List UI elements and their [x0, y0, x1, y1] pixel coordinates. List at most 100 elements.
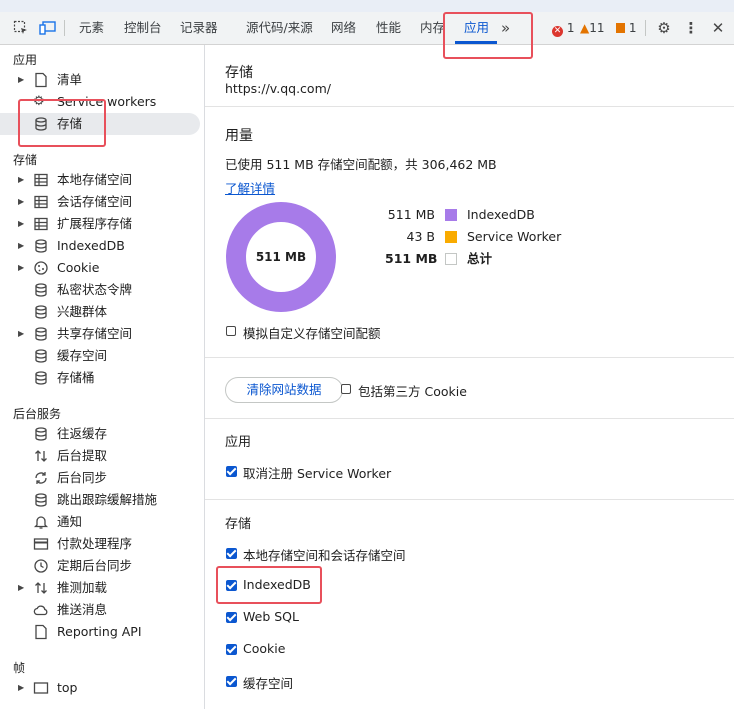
cookie-checkbox[interactable] [226, 644, 237, 655]
database-icon [35, 305, 47, 319]
legend-swatch [445, 253, 457, 265]
database-icon [35, 371, 47, 385]
clear-site-data-button[interactable]: 清除网站数据 [225, 377, 343, 403]
legend-value: 43 B [406, 229, 435, 244]
tab-recorder[interactable]: 记录器 [180, 12, 218, 44]
tab-sources[interactable]: 源代码/来源 [246, 12, 313, 44]
donut-center-label: 511 MB [256, 250, 306, 264]
sidebar-item-push-messaging[interactable]: 推送消息 [0, 599, 204, 621]
kebab-menu-icon[interactable]: ⋮ [682, 19, 700, 37]
table-icon [34, 195, 48, 209]
page-title: 存储 [225, 65, 253, 81]
database-icon [35, 283, 47, 297]
tab-network[interactable]: 网络 [331, 12, 356, 44]
sidebar-header-storage: 存储 [13, 153, 38, 167]
clock-icon [34, 559, 48, 573]
sidebar-header-application: 应用 [13, 53, 38, 67]
sidebar-item-indexeddb[interactable]: ▶ IndexedDB [0, 235, 204, 257]
sidebar-item-bfcache[interactable]: 往返缓存 [0, 423, 204, 445]
warning-count-label: 11 [589, 21, 605, 35]
legend-label: Service Worker [467, 229, 562, 244]
section-divider [205, 357, 734, 358]
section-divider [205, 418, 734, 419]
origin-url: https://v.qq.com/ [225, 81, 331, 96]
expand-arrow-icon[interactable]: ▶ [18, 235, 24, 257]
legend-value: 511 MB [385, 251, 438, 266]
legend-swatch [445, 209, 457, 221]
sidebar-header-background-services: 后台服务 [13, 407, 62, 421]
inspect-element-icon[interactable] [12, 19, 30, 37]
sidebar-item-speculative-loads[interactable]: ▶ 推测加载 [0, 577, 204, 599]
expand-arrow-icon[interactable]: ▶ [18, 677, 24, 699]
warning-count[interactable]: ▲11 [580, 12, 605, 44]
close-icon[interactable]: ✕ [709, 19, 727, 37]
section-divider [205, 499, 734, 500]
error-icon: ✕ [552, 26, 563, 37]
toolbar-separator [64, 20, 65, 36]
highlight-indexeddb-checkbox [216, 566, 322, 604]
tab-console[interactable]: 控制台 [124, 12, 162, 44]
sidebar-item-session-storage[interactable]: ▶ 会话存储空间 [0, 191, 204, 213]
sidebar-item-private-state-tokens[interactable]: 私密状态令牌 [0, 279, 204, 301]
web-sql-label: Web SQL [243, 609, 299, 624]
expand-arrow-icon[interactable]: ▶ [18, 577, 24, 599]
sidebar-item-local-storage[interactable]: ▶ 本地存储空间 [0, 169, 204, 191]
database-icon [35, 239, 47, 253]
error-count-label: 1 [566, 21, 575, 35]
database-icon [35, 493, 47, 507]
cache-storage-label: 缓存空间 [243, 676, 294, 691]
unregister-sw-checkbox[interactable] [226, 466, 237, 477]
table-icon [34, 217, 48, 231]
expand-arrow-icon[interactable]: ▶ [18, 323, 24, 345]
sidebar-item-bounce-tracking[interactable]: 跳出跟踪缓解措施 [0, 489, 204, 511]
sidebar-item-shared-storage[interactable]: ▶ 共享存储空间 [0, 323, 204, 345]
error-count[interactable]: ✕ 1 [552, 12, 574, 44]
expand-arrow-icon[interactable]: ▶ [18, 69, 24, 91]
database-icon [35, 327, 47, 341]
tab-performance[interactable]: 性能 [376, 12, 401, 44]
sidebar-item-payment-handler[interactable]: 付款处理程序 [0, 533, 204, 555]
cookie-label: Cookie [243, 641, 286, 656]
simulate-quota-checkbox[interactable] [226, 326, 236, 336]
expand-arrow-icon[interactable]: ▶ [18, 213, 24, 235]
sidebar-item-storage-buckets[interactable]: 存储桶 [0, 367, 204, 389]
sidebar-item-background-sync[interactable]: 后台同步 [0, 467, 204, 489]
sidebar-item-frame-top[interactable]: ▶ top [0, 677, 204, 699]
credit-card-icon [33, 538, 49, 550]
sidebar-item-reporting-api[interactable]: Reporting API [0, 621, 204, 643]
sidebar-item-interest-groups[interactable]: 兴趣群体 [0, 301, 204, 323]
cloud-icon [33, 605, 48, 616]
sidebar-item-cookie[interactable]: ▶ Cookie [0, 257, 204, 279]
expand-arrow-icon[interactable]: ▶ [18, 169, 24, 191]
cache-storage-checkbox[interactable] [226, 676, 237, 687]
expand-arrow-icon[interactable]: ▶ [18, 257, 24, 279]
devtools-toolbar: 元素 控制台 记录器 源代码/来源 网络 性能 内存 应用 » ✕ 1 ▲11 … [0, 12, 734, 45]
sidebar-item-cache-storage[interactable]: 缓存空间 [0, 345, 204, 367]
tab-memory[interactable]: 内存 [420, 12, 444, 44]
usage-title: 用量 [225, 128, 253, 144]
tab-elements[interactable]: 元素 [79, 12, 104, 44]
learn-more-link[interactable]: 了解详情 [225, 178, 275, 197]
legend-swatch [445, 231, 457, 243]
include-third-party-cookies-checkbox[interactable] [341, 384, 351, 394]
device-toggle-icon[interactable] [39, 19, 57, 37]
sidebar-item-extension-storage[interactable]: ▶ 扩展程序存储 [0, 213, 204, 235]
sidebar-item-periodic-background-sync[interactable]: 定期后台同步 [0, 555, 204, 577]
local-session-storage-checkbox[interactable] [226, 548, 237, 559]
section-divider [205, 106, 734, 107]
usage-donut-chart: 511 MB [226, 202, 336, 312]
sync-icon [35, 472, 47, 484]
settings-gear-icon[interactable]: ⚙ [655, 19, 673, 37]
sidebar-item-notifications[interactable]: 通知 [0, 511, 204, 533]
storage-section-title: 存储 [225, 517, 252, 532]
sidebar-item-background-fetch[interactable]: 后台提取 [0, 445, 204, 467]
web-sql-checkbox[interactable] [226, 612, 237, 623]
frame-icon [33, 682, 49, 694]
sidebar-item-manifest[interactable]: ▶ 清单 [0, 69, 204, 91]
expand-arrow-icon[interactable]: ▶ [18, 191, 24, 213]
document-icon [35, 624, 47, 640]
legend-value: 511 MB [387, 207, 435, 222]
legend-label: IndexedDB [467, 207, 535, 222]
issues-count[interactable]: 1 [616, 12, 636, 44]
bell-icon [33, 516, 49, 529]
